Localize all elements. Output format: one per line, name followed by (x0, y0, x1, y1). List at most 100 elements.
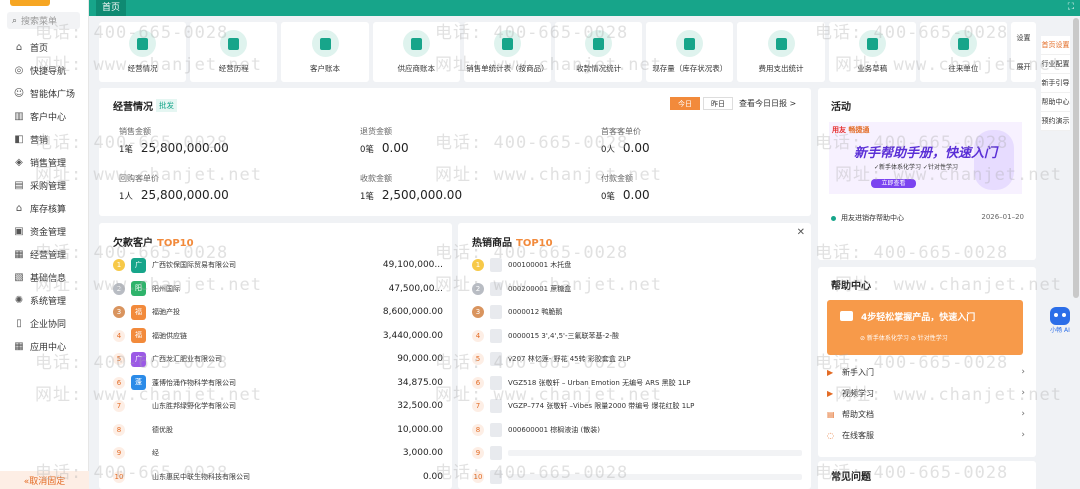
quick-tile[interactable]: 经营历程 (190, 22, 278, 82)
help-banner[interactable]: 4步轻松掌握产品，快速入门 ⊘ 新手体系化学习 ⊘ 针对性学习 (827, 300, 1023, 355)
rail-item[interactable]: 预约演示 (1041, 112, 1070, 131)
hot-row[interactable]: 4 0000015 3',4',5'-三氟联苯基-2-酸 (472, 327, 802, 345)
sidebar-item[interactable]: ◧ 营销 (0, 128, 89, 151)
video-camera-icon (840, 311, 853, 321)
tile-label: 销售单统计表（按商品） (466, 64, 549, 73)
product-name: 000100001 木托盘 (508, 261, 572, 269)
debt-row[interactable]: 9 经 3,000.00 (113, 444, 443, 462)
chevron-right-icon: › (1021, 388, 1025, 398)
sidebar-item[interactable]: ▥ 客户中心 (0, 105, 89, 128)
rail-item[interactable]: 首页设置 (1041, 36, 1070, 55)
sidebar-item[interactable]: ▦ 应用中心 (0, 335, 89, 358)
product-name: 0000012 鸭脆鹅 (508, 308, 563, 316)
debt-row[interactable]: 2 阳阳州国际 47,500,00... (113, 280, 443, 298)
hot-title-text: 热销商品 (472, 238, 512, 249)
stat-block[interactable]: 退货金额 0笔 0.00 (360, 126, 560, 155)
ai-assistant-button[interactable]: 小畅 AI (1046, 307, 1074, 335)
tiles-expand-button[interactable]: 展开 (1011, 62, 1036, 72)
sidebar-item[interactable]: ▯ 企业协同 (0, 312, 89, 335)
rail-item[interactable]: 新手引导 (1041, 74, 1070, 93)
activity-banner[interactable]: 用友 畅捷通 新手帮助手册，快速入门 ✓新手体系化学习 ✓针对性学习 立即查看 (829, 122, 1022, 194)
stat-block[interactable]: 首客客单价 0人 0.00 (601, 126, 801, 155)
debt-row[interactable]: 7 山东胜邦绿野化学有限公司 32,500.00 (113, 397, 443, 415)
debt-row[interactable]: 5 广广西龙汇肥业有限公司 90,000.00 (113, 350, 443, 368)
tile-label: 供应商账本 (397, 64, 435, 73)
quick-tile[interactable]: 销售单统计表（按商品） (463, 22, 552, 82)
rank-badge: 4 (113, 329, 125, 342)
sidebar-item[interactable]: ▦ 经营管理 (0, 243, 89, 266)
help-row[interactable]: ▶ 视频学习 › (827, 384, 1025, 402)
hot-row[interactable]: 2 000200001 蔗糖盒 (472, 280, 802, 298)
hot-row[interactable]: 5 v207 林忆莲- 野花 45转 彩胶套盒 2LP (472, 350, 802, 368)
sidebar-item[interactable]: ◈ 销售管理 (0, 151, 89, 174)
rail-item[interactable]: 帮助中心 (1041, 93, 1070, 112)
quick-tile[interactable]: 经营情况 (99, 22, 187, 82)
debt-row[interactable]: 6 蓬蓬博怡涌作物科学有限公司 34,875.00 (113, 374, 443, 392)
stat-count: 0人 (601, 145, 615, 155)
cart-icon: ▤ (14, 180, 24, 191)
sidebar-item[interactable]: ☺ 智能体广场 (0, 82, 89, 105)
quick-tile[interactable]: 客户账本 (281, 22, 369, 82)
today-button[interactable]: 今日 (670, 97, 700, 110)
yesterday-button[interactable]: 昨日 (703, 97, 733, 110)
id-card-icon: ▧ (14, 272, 24, 283)
daily-report-link[interactable]: 查看今日日报 > (739, 98, 796, 109)
quick-tile[interactable]: 现存量（库存状况表） (646, 22, 734, 82)
hot-row[interactable]: 1 000100001 木托盘 (472, 256, 802, 274)
tab-home[interactable]: 首页 (96, 0, 127, 16)
customer-avatar: 福 (131, 328, 146, 343)
quick-tile[interactable]: 供应商账本 (372, 22, 460, 82)
page-scrollbar[interactable] (1073, 18, 1079, 298)
stat-value-row: 0笔 0.00 (360, 141, 560, 155)
rank-badge: 1 (472, 259, 484, 271)
sidebar-item[interactable]: ▣ 资金管理 (0, 220, 89, 243)
hot-row[interactable]: 8 000600001 棕榈液油 (散装) (472, 421, 802, 439)
sidebar-item[interactable]: ◎ 快捷导航 (0, 59, 89, 82)
hot-row[interactable]: 7 VGZP–774 张敬轩 –Vibes 限量2000 带编号 爆花红胶 1LP (472, 397, 802, 415)
sidebar-item[interactable]: ▧ 基础信息 (0, 266, 89, 289)
banner-cta-button[interactable]: 立即查看 (871, 179, 916, 188)
hot-row[interactable]: 10 (472, 468, 802, 486)
rail-item[interactable]: 行业配置 (1041, 55, 1070, 74)
tiles-settings-button[interactable]: 设置 (1011, 33, 1036, 43)
debt-row[interactable]: 4 福福驰供应链 3,440,000.00 (113, 327, 443, 345)
hot-row[interactable]: 6 VGZ518 张敬轩 – Urban Emotion 无编号 ARS 黑胶 1… (472, 374, 802, 392)
quick-tiles: 经营情况 经营历程 客户账本 供应商账本 销售单统计表（按商品） 收款情况统计 现存量（库存… (99, 22, 1008, 82)
help-row[interactable]: ▶ 新手入门 › (827, 363, 1025, 381)
sidebar-item[interactable]: ▤ 采购管理 (0, 174, 89, 197)
stat-block[interactable]: 销售金额 1笔 25,800,000.00 (119, 126, 319, 155)
help-row[interactable]: ◌ 在线客服 › (827, 426, 1025, 444)
sidebar-item-label: 智能体广场 (30, 90, 76, 100)
debt-row[interactable]: 10 山东惠民中联生物科技有限公司 0.00 (113, 468, 443, 486)
help-row-label: 视频学习 (842, 388, 874, 398)
dot-icon (831, 215, 836, 221)
debt-row[interactable]: 8 德优股 10,000.00 (113, 421, 443, 439)
sidebar-item[interactable]: ⌂ 首页 (0, 36, 89, 59)
stat-block[interactable]: 收款金额 1笔 2,500,000.00 (360, 173, 560, 202)
quick-tile[interactable]: 收款情况统计 (555, 22, 643, 82)
hot-row[interactable]: 9 (472, 444, 802, 462)
sidebar-item[interactable]: ⌂ 库存核算 (0, 197, 89, 220)
activity-item[interactable]: 用友进销存帮助中心 (831, 213, 904, 223)
menu-search-input[interactable]: ⌕ 搜索菜单 (7, 12, 80, 29)
stat-label: 收款金额 (360, 174, 392, 183)
tile-label: 业务草稿 (857, 64, 888, 73)
quick-tile[interactable]: 费用支出统计 (737, 22, 825, 82)
expand-icon[interactable]: ⛶ (1068, 2, 1074, 12)
stat-block[interactable]: 回购客单价 1人 25,800,000.00 (119, 173, 319, 202)
hot-row[interactable]: 3 0000012 鸭脆鹅 (472, 303, 802, 321)
sidebar-item[interactable]: ✺ 系统管理 (0, 289, 89, 312)
debt-row[interactable]: 1 广广西钦保国际贸易有限公司 49,100,000... (113, 256, 443, 274)
help-banner-subtitle: ⊘ 新手体系化学习 ⊘ 针对性学习 (860, 335, 948, 342)
rank-badge: 8 (113, 423, 125, 436)
debt-row[interactable]: 3 福福驰产投 8,600,000.00 (113, 303, 443, 321)
rank-badge: 5 (113, 353, 125, 365)
stat-block[interactable]: 付款金额 0笔 0.00 (601, 173, 801, 202)
quick-tile[interactable]: 往来单位 (919, 22, 1008, 82)
help-row[interactable]: ▤ 帮助文档 › (827, 405, 1025, 423)
quick-tile[interactable]: 业务草稿 (828, 22, 916, 82)
close-icon[interactable]: ✕ (797, 227, 805, 238)
cancel-fix-button[interactable]: «取消固定 (0, 471, 89, 489)
rank-badge: 2 (472, 282, 484, 295)
stat-value: 25,800,000.00 (140, 188, 229, 202)
